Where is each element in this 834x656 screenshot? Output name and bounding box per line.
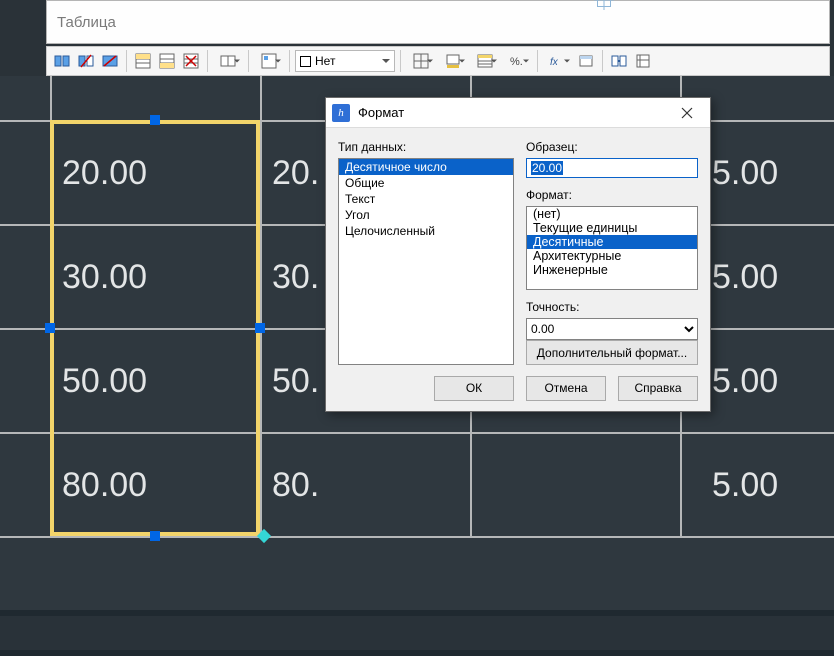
table-cell[interactable]: 30. bbox=[272, 258, 319, 297]
help-button[interactable]: Справка bbox=[618, 376, 698, 401]
crosshair-icon bbox=[597, 0, 611, 7]
sample-label: Образец: bbox=[526, 140, 698, 154]
unlink-cell-button[interactable] bbox=[75, 50, 97, 72]
table-cell[interactable]: 5.00 bbox=[712, 362, 778, 401]
table-cell[interactable]: 50. bbox=[272, 362, 319, 401]
formula-dropdown[interactable]: fx bbox=[543, 50, 573, 72]
cell-style-select[interactable]: Нет bbox=[295, 50, 395, 72]
borders-dropdown[interactable] bbox=[406, 50, 436, 72]
dialog-titlebar[interactable]: h Формат bbox=[326, 98, 710, 128]
final-button[interactable] bbox=[632, 50, 654, 72]
toolbar-separator bbox=[602, 50, 603, 72]
table-cell[interactable]: 20. bbox=[272, 154, 319, 193]
data-type-item[interactable]: Текст bbox=[339, 191, 513, 207]
table-cell[interactable]: 50.00 bbox=[62, 362, 147, 401]
delete-row-button[interactable] bbox=[180, 50, 202, 72]
data-type-label: Тип данных: bbox=[338, 140, 514, 154]
toolbar-separator bbox=[537, 50, 538, 72]
format-item[interactable]: Архитектурные bbox=[527, 249, 697, 263]
additional-format-button[interactable]: Дополнительный формат... bbox=[526, 340, 698, 365]
formula-bar[interactable]: Таблица bbox=[46, 0, 830, 44]
toolbar-separator bbox=[207, 50, 208, 72]
table-cell[interactable]: 30.00 bbox=[62, 258, 147, 297]
table-cell[interactable]: 5.00 bbox=[712, 154, 778, 193]
table-cell[interactable]: 80. bbox=[272, 466, 319, 505]
table-cell[interactable]: 80.00 bbox=[62, 466, 147, 505]
format-item[interactable]: Текущие единицы bbox=[527, 221, 697, 235]
app-icon: h bbox=[332, 104, 350, 122]
svg-text:fx: fx bbox=[550, 57, 559, 68]
fill-color-dropdown[interactable] bbox=[438, 50, 468, 72]
precision-select[interactable]: 0.00 bbox=[526, 318, 698, 340]
insert-field-button[interactable] bbox=[575, 50, 597, 72]
status-strip bbox=[0, 610, 834, 656]
cell-style-label: Нет bbox=[315, 54, 335, 68]
insert-row-below-button[interactable] bbox=[156, 50, 178, 72]
link-cell-button[interactable] bbox=[51, 50, 73, 72]
table-toolbar: Нет %. fx bbox=[46, 46, 830, 76]
dialog-title: Формат bbox=[358, 105, 662, 120]
data-type-listbox[interactable]: Десятичное числоОбщиеТекстУголЦелочислен… bbox=[338, 158, 514, 365]
close-icon bbox=[681, 107, 693, 119]
data-type-item[interactable]: Целочисленный bbox=[339, 223, 513, 239]
format-label: Формат: bbox=[526, 188, 698, 202]
table-cell[interactable]: 5.00 bbox=[712, 258, 778, 297]
style-swatch-icon bbox=[300, 56, 311, 67]
format-item[interactable]: Десятичные bbox=[527, 235, 697, 249]
gridline-h bbox=[0, 536, 834, 538]
toolbar-separator bbox=[248, 50, 249, 72]
format-item[interactable]: (нет) bbox=[527, 207, 697, 221]
table-cell[interactable]: 20.00 bbox=[62, 154, 147, 193]
format-listbox[interactable]: (нет)Текущие единицыДесятичныеАрхитектур… bbox=[526, 206, 698, 290]
link-table-button[interactable] bbox=[608, 50, 630, 72]
data-type-item[interactable]: Угол bbox=[339, 207, 513, 223]
break-link-button[interactable] bbox=[99, 50, 121, 72]
merge-cells-dropdown[interactable] bbox=[213, 50, 243, 72]
data-type-item[interactable]: Общие bbox=[339, 175, 513, 191]
cancel-button[interactable]: Отмена bbox=[526, 376, 606, 401]
close-button[interactable] bbox=[670, 99, 704, 127]
table-cell[interactable]: 5.00 bbox=[712, 466, 778, 505]
format-item[interactable]: Инженерные bbox=[527, 263, 697, 277]
insert-row-above-button[interactable] bbox=[132, 50, 154, 72]
toolbar-separator bbox=[289, 50, 290, 72]
precision-label: Точность: bbox=[526, 300, 698, 314]
table-style-dropdown[interactable] bbox=[470, 50, 500, 72]
gridline-v bbox=[260, 76, 262, 536]
data-type-item[interactable]: Десятичное число bbox=[339, 159, 513, 175]
sample-field[interactable]: 20.00 bbox=[526, 158, 698, 178]
cell-align-dropdown[interactable] bbox=[254, 50, 284, 72]
percent-format-dropdown[interactable]: %. bbox=[502, 50, 532, 72]
sample-value: 20.00 bbox=[531, 161, 563, 175]
svg-text:%.: %. bbox=[510, 56, 523, 68]
toolbar-separator bbox=[400, 50, 401, 72]
ok-button[interactable]: ОК bbox=[434, 376, 514, 401]
formula-bar-text: Таблица bbox=[57, 14, 116, 31]
gridline-h bbox=[0, 432, 834, 434]
format-dialog: h Формат Тип данных: Десятичное числоОбщ… bbox=[325, 97, 711, 412]
toolbar-separator bbox=[126, 50, 127, 72]
gridline-v bbox=[50, 76, 52, 536]
